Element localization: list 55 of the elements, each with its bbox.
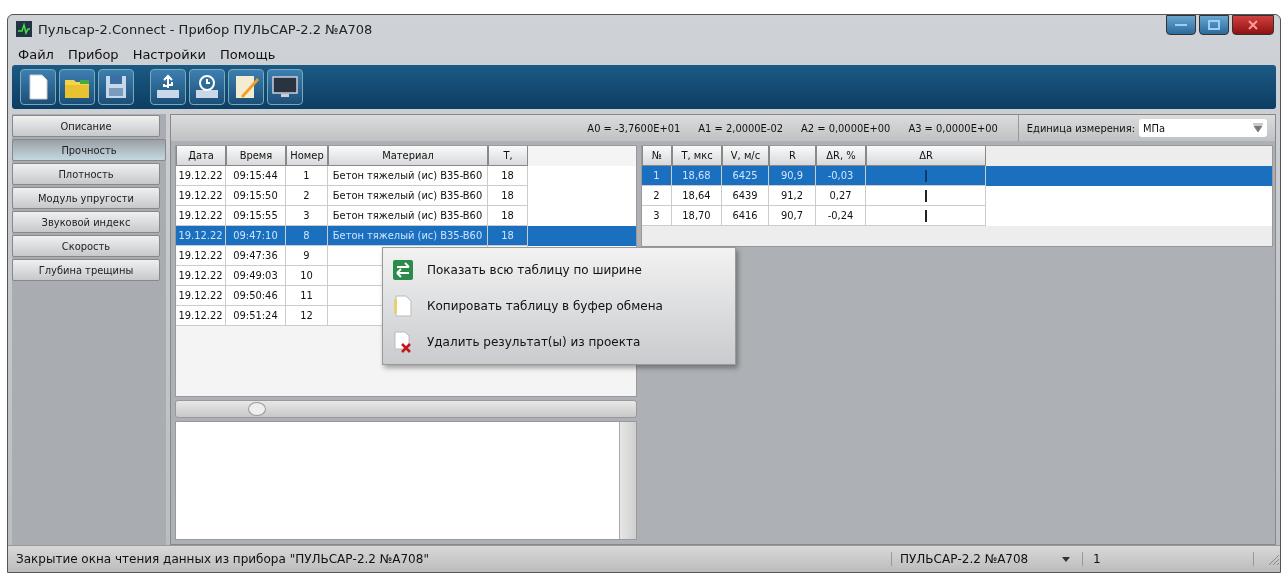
- table-cell: 8: [303, 229, 310, 242]
- table-cell: 11: [300, 289, 313, 302]
- table-cell: 19.12.22: [178, 169, 223, 182]
- window-title: Пульсар-2.Connect - Прибор ПУЛЬСАР-2.2 №А708: [38, 21, 373, 37]
- table-cell: 09:15:44: [233, 169, 278, 182]
- status-message: Закрытие окна чтения данных из прибора "ПУЛЬСАР-2.2 №А708": [16, 552, 429, 566]
- table-cell: 90,9: [781, 169, 803, 182]
- table-cell: 12: [300, 309, 313, 322]
- table-cell: 9: [303, 249, 310, 262]
- table-cell: -0,03: [827, 169, 854, 182]
- table-cell: 0,27: [829, 189, 852, 202]
- table-cell: 1: [653, 169, 660, 182]
- table-cell: Бетон тяжелый (ис) B35-B60: [332, 189, 483, 202]
- table-cell: 18,68: [682, 169, 711, 182]
- table-cell: 19.12.22: [178, 249, 223, 262]
- table-cell: 18,70: [682, 209, 711, 222]
- table-cell: 19.12.22: [178, 229, 223, 242]
- table-cell: Бетон тяжелый (ис) B35-B60: [332, 229, 483, 242]
- table-cell: 6425: [732, 169, 758, 182]
- table-cell: 18: [501, 169, 514, 182]
- table-cell: 09:51:24: [233, 309, 278, 322]
- coefficient-text: A2 = 0,0000E+00: [801, 121, 891, 135]
- coefficient-text: A3 = 0,0000E+00: [908, 121, 998, 135]
- table-cell: 18,64: [682, 189, 711, 202]
- coefficient-text: A0 = -3,7600E+01: [587, 121, 681, 135]
- table-cell: 18: [501, 189, 514, 202]
- table-cell: Бетон тяжелый (ис) B35-B60: [332, 169, 483, 182]
- table-cell: 19.12.22: [178, 269, 223, 282]
- table-cell: 6439: [732, 189, 758, 202]
- table-cell: 2: [653, 189, 660, 202]
- table-cell: 09:15:55: [233, 209, 278, 222]
- table-cell: 6416: [732, 209, 758, 222]
- table-cell: 2: [303, 189, 310, 202]
- table-cell: 3: [303, 209, 310, 222]
- table-cell: 19.12.22: [178, 289, 223, 302]
- unit-label: Единица измерения:: [1026, 121, 1135, 135]
- table-cell: 09:47:36: [233, 249, 278, 262]
- table-cell: 09:50:46: [233, 289, 278, 302]
- table-cell: 09:15:50: [233, 189, 278, 202]
- table-cell: 3: [653, 209, 660, 222]
- table-cell: 19.12.22: [178, 309, 223, 322]
- status-count: 1: [1082, 552, 1254, 566]
- table-cell: 18: [501, 209, 514, 222]
- table-cell: 09:47:10: [233, 229, 278, 242]
- table-cell: 91,2: [781, 189, 803, 202]
- coefficient-text: A1 = 2,0000E-02: [698, 121, 783, 135]
- table-cell: -0,24: [827, 209, 854, 222]
- table-cell: 19.12.22: [178, 189, 223, 202]
- table-cell: 09:49:03: [233, 269, 278, 282]
- table-cell: Бетон тяжелый (ис) B35-B60: [332, 209, 483, 222]
- table-cell: 10: [300, 269, 313, 282]
- table-cell: 18: [501, 229, 514, 242]
- table-cell: 19.12.22: [178, 209, 223, 222]
- table-cell: 90,7: [781, 209, 803, 222]
- table-cell: 1: [303, 169, 310, 182]
